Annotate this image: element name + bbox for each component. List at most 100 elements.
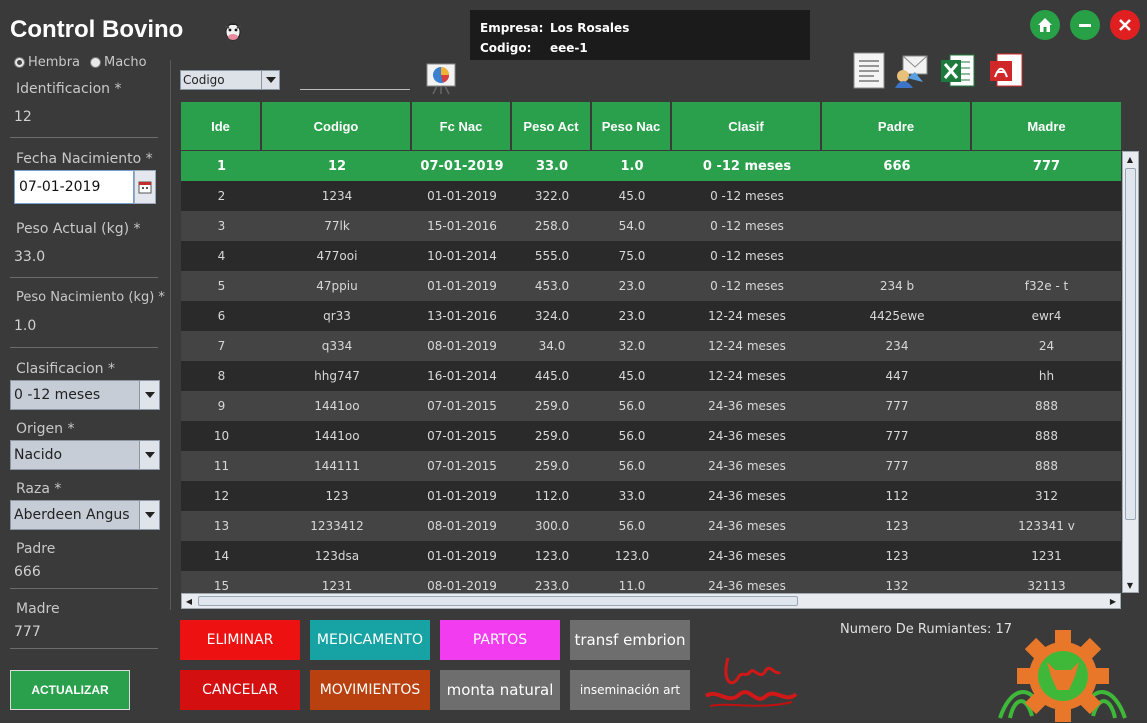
table-row[interactable]: 3 77lk 15-01-2016 258.0 54.0 0 -12 meses [181, 211, 1121, 241]
home-button[interactable] [1030, 10, 1060, 40]
vertical-scrollbar[interactable]: ▲ ▼ [1122, 151, 1139, 593]
filter-field-select[interactable]: Codigo [180, 70, 280, 90]
padre-field[interactable]: 666 [14, 564, 41, 580]
sex-macho-radio[interactable]: Macho [90, 55, 147, 70]
inseminacion-art-button[interactable]: inseminación art [570, 670, 690, 710]
excel-export-button[interactable] [940, 52, 976, 90]
column-header[interactable]: Fc Nac [412, 102, 512, 150]
column-header[interactable]: Codigo [262, 102, 412, 150]
table-row[interactable]: 11 144111 07-01-2015 259.0 56.0 24-36 meses 77… [181, 451, 1121, 481]
horizontal-scrollbar[interactable]: ◀ ▶ [181, 593, 1121, 609]
table-cell: 259.0 [534, 429, 570, 443]
report-button[interactable] [852, 52, 888, 90]
raza-select[interactable]: Aberdeen Angus [10, 500, 160, 530]
table-row[interactable]: 12 123 01-01-2019 112.0 33.0 24-36 meses 112 31… [181, 481, 1121, 511]
table-row[interactable]: 13 1233412 08-01-2019 300.0 56.0 24-36 meses 1… [181, 511, 1121, 541]
table-cell: 1234 [321, 189, 353, 203]
peso-actual-field[interactable]: 33.0 [14, 249, 45, 265]
column-header[interactable]: Padre [822, 102, 972, 150]
table-cell: 15-01-2016 [427, 219, 497, 233]
email-icon [895, 55, 928, 88]
monta-natural-button[interactable]: monta natural [440, 670, 560, 710]
table-cell: 777 [1032, 158, 1061, 174]
table-cell: 12-24 meses [708, 309, 786, 323]
fecha-nacimiento-input[interactable]: 07-01-2019 [14, 170, 134, 204]
table-cell: 5 [217, 279, 226, 293]
table-row[interactable]: 7 q334 08-01-2019 34.0 32.0 12-24 meses 234 24 [181, 331, 1121, 361]
company-info-panel: Empresa: Los Rosales Codigo: eee-1 [470, 10, 810, 60]
table-cell: hhg747 [314, 369, 360, 383]
table-cell: 777 [885, 429, 909, 443]
actualizar-button[interactable]: ACTUALIZAR [10, 670, 130, 710]
table-header: Ide Codigo Fc Nac Peso Act Peso Nac Clas… [181, 102, 1121, 150]
sidebar-separator [170, 60, 171, 610]
filter-field-value: Codigo [183, 73, 225, 87]
search-input[interactable] [300, 89, 410, 90]
column-header[interactable]: Ide [181, 102, 262, 150]
radio-unselected-indicator [90, 57, 101, 68]
scrollbar-thumb[interactable] [1125, 168, 1136, 520]
logo-icon [990, 628, 1135, 723]
clasificacion-select[interactable]: 0 -12 meses [10, 380, 160, 410]
madre-field[interactable]: 777 [14, 624, 41, 640]
sex-hembra-radio[interactable]: Hembra [14, 55, 80, 70]
table-cell: 132 [885, 579, 909, 593]
column-header[interactable]: Madre [972, 102, 1121, 150]
identificacion-field[interactable]: 12 [14, 109, 32, 125]
table-row[interactable]: 5 47ppiu 01-01-2019 453.0 23.0 0 -12 meses 234… [181, 271, 1121, 301]
origen-select[interactable]: Nacido [10, 440, 160, 470]
table-cell: 234 b [879, 279, 915, 293]
medicamento-button[interactable]: MEDICAMENTO [310, 620, 430, 660]
calendar-button[interactable] [134, 170, 156, 204]
table-row[interactable]: 1 12 07-01-2019 33.0 1.0 0 -12 meses 666 777 [181, 151, 1121, 181]
chevron-down-icon [139, 501, 159, 529]
table-row[interactable]: 6 qr33 13-01-2016 324.0 23.0 12-24 meses 4425e… [181, 301, 1121, 331]
table-row[interactable]: 8 hhg747 16-01-2014 445.0 45.0 12-24 meses 447… [181, 361, 1121, 391]
movimientos-button[interactable]: MOVIMIENTOS [310, 670, 430, 710]
table-cell: 33.0 [535, 158, 569, 174]
transf-embrion-button[interactable]: transf embrion [570, 620, 690, 660]
table-cell: 666 [883, 158, 911, 174]
chart-button[interactable] [425, 62, 457, 96]
cancelar-button[interactable]: CANCELAR [180, 670, 300, 710]
pdf-export-button[interactable] [989, 52, 1025, 90]
peso-nacimiento-label: Peso Nacimiento (kg) * [16, 290, 165, 305]
table-cell: 1.0 [620, 158, 644, 174]
chevron-down-icon [261, 71, 279, 89]
empresa-label: Empresa: [480, 21, 544, 35]
cow-icon [222, 20, 244, 42]
table-row[interactable]: 15 1231 08-01-2019 233.0 11.0 24-36 meses 132 3… [181, 571, 1121, 593]
partos-button[interactable]: PARTOS [440, 620, 560, 660]
scroll-left-icon[interactable]: ◀ [182, 594, 196, 608]
table-cell: 258.0 [534, 219, 570, 233]
eliminar-button[interactable]: ELIMINAR [180, 620, 300, 660]
codigo-value: eee-1 [550, 41, 588, 55]
scroll-up-icon[interactable]: ▲ [1123, 152, 1137, 166]
table-row[interactable]: 2 1234 01-01-2019 322.0 45.0 0 -12 meses [181, 181, 1121, 211]
table-row[interactable]: 10 1441oo 07-01-2015 259.0 56.0 24-36 meses 77… [181, 421, 1121, 451]
email-button[interactable] [893, 52, 929, 90]
scroll-down-icon[interactable]: ▼ [1123, 578, 1137, 592]
divider [10, 588, 158, 589]
table-row[interactable]: 9 1441oo 07-01-2015 259.0 56.0 24-36 meses 777… [181, 391, 1121, 421]
scrollbar-thumb[interactable] [198, 596, 798, 606]
table-cell: 888 [1035, 399, 1058, 413]
table-cell: 0 -12 meses [710, 189, 784, 203]
column-header[interactable]: Clasif [672, 102, 822, 150]
table-cell: 47ppiu [316, 279, 358, 293]
table-cell: 259.0 [534, 459, 570, 473]
table-cell: 123 [885, 549, 909, 563]
table-row[interactable]: 14 123dsa 01-01-2019 123.0 123.0 24-36 meses 1… [181, 541, 1121, 571]
close-button[interactable] [1110, 10, 1140, 40]
table-cell: 01-01-2019 [427, 189, 497, 203]
table-cell: 123 [885, 519, 909, 533]
table-cell: 2 [217, 189, 226, 203]
divider [10, 648, 158, 649]
scroll-right-icon[interactable]: ▶ [1106, 594, 1120, 608]
column-header[interactable]: Peso Act [512, 102, 592, 150]
column-header[interactable]: Peso Nac [592, 102, 672, 150]
peso-nacimiento-field[interactable]: 1.0 [14, 318, 36, 334]
close-icon [1119, 19, 1131, 31]
minimize-button[interactable] [1070, 10, 1100, 40]
table-row[interactable]: 4 477ooi 10-01-2014 555.0 75.0 0 -12 meses [181, 241, 1121, 271]
